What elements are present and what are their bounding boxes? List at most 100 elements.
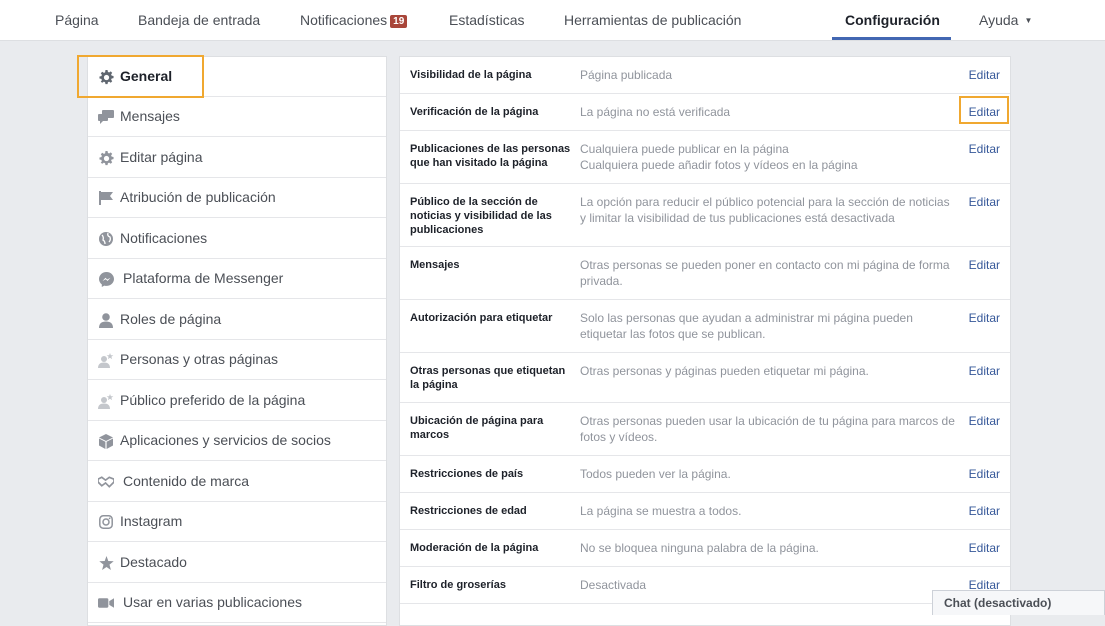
setting-label: Restricciones de edad [410, 505, 527, 517]
sidebar-item-label: Usar en varias publicaciones [123, 594, 302, 610]
chat-bubbles-icon [98, 109, 114, 125]
star-icon [98, 555, 114, 571]
notifications-badge: 19 [390, 15, 408, 28]
sidebar-item-page-roles[interactable]: Roles de página [88, 300, 386, 340]
settings-sidebar: General Mensajes Editar página Atribució… [87, 56, 387, 626]
sidebar-item-featured[interactable]: Destacado [88, 543, 386, 583]
flag-icon [98, 190, 114, 206]
settings-row-page-moderation: Moderación de la página No se bloquea ni… [400, 530, 1010, 567]
sidebar-item-crossposting[interactable]: Usar en varias publicaciones [88, 583, 386, 623]
sidebar-item-notifications[interactable]: Notificaciones [88, 219, 386, 259]
setting-value-line: Otras personas y páginas pueden etiqueta… [580, 364, 869, 378]
sidebar-item-label: Atribución de publicación [120, 189, 276, 205]
chat-sidebar-toggle[interactable]: Chat (desactivado) [932, 590, 1105, 615]
globe-icon [98, 231, 114, 247]
nav-tab-label: Configuración [845, 12, 940, 28]
setting-value: Otras personas y páginas pueden etiqueta… [580, 363, 955, 379]
sidebar-item-label: Destacado [120, 554, 187, 570]
person-star-icon [98, 352, 114, 368]
setting-value-line: Cualquiera puede añadir fotos y vídeos e… [580, 158, 858, 172]
settings-row-country-restrictions: Restricciones de país Todos pueden ver l… [400, 456, 1010, 493]
sidebar-item-label: Roles de página [120, 311, 222, 327]
setting-label: Otras personas que etiquetan la página [410, 365, 566, 391]
setting-label: Publicaciones de las personas que han vi… [410, 143, 571, 169]
sidebar-item-label: Mensajes [120, 108, 180, 124]
setting-label: Mensajes [410, 259, 460, 271]
edit-link[interactable]: Editar [969, 503, 1000, 519]
settings-row-others-tagging: Otras personas que etiquetan la página O… [400, 353, 1010, 403]
sidebar-item-label: Público preferido de la página [120, 392, 306, 408]
sidebar-item-label: Instagram [120, 513, 183, 529]
sidebar-item-partner-apps[interactable]: Aplicaciones y servicios de socios [88, 421, 386, 461]
edit-link[interactable]: Editar [969, 310, 1000, 326]
sidebar-item-label: Editar página [120, 149, 203, 165]
nav-tab-insights[interactable]: Estadísticas [449, 0, 524, 40]
setting-value-line: Otras personas se pueden poner en contac… [580, 258, 950, 288]
caret-down-icon: ▼ [1024, 16, 1033, 25]
nav-tab-label: Estadísticas [449, 12, 525, 28]
setting-label: Autorización para etiquetar [410, 312, 553, 324]
sidebar-item-branded-content[interactable]: Contenido de marca [88, 462, 386, 502]
setting-value-line: No se bloquea ninguna palabra de la pági… [580, 541, 819, 555]
edit-link[interactable]: Editar [969, 141, 1000, 157]
gear-icon [98, 150, 114, 166]
video-camera-icon [98, 595, 114, 611]
setting-value: La página se muestra a todos. [580, 503, 955, 519]
setting-value: Otras personas pueden usar la ubicación … [580, 413, 955, 445]
nav-tab-label: Página [55, 12, 99, 28]
setting-value: Todos pueden ver la página. [580, 466, 955, 482]
setting-value: Otras personas se pueden poner en contac… [580, 257, 955, 289]
settings-row-page-visibility: Visibilidad de la página Página publicad… [400, 57, 1010, 94]
nav-tab-inbox[interactable]: Bandeja de entrada [138, 0, 260, 40]
edit-link[interactable]: Editar [969, 257, 1000, 273]
setting-value: La opción para reducir el público potenc… [580, 194, 955, 226]
settings-row-tagging-ability: Autorización para etiquetar Solo las per… [400, 300, 1010, 353]
nav-help-menu[interactable]: Ayuda ▼ [979, 0, 1032, 40]
nav-tab-label: Ayuda [979, 12, 1019, 28]
edit-link[interactable]: Editar [969, 466, 1000, 482]
setting-value: La página no está verificada [580, 104, 955, 120]
nav-tab-label: Notificaciones [300, 12, 388, 28]
setting-label: Moderación de la página [410, 542, 539, 554]
messenger-icon [98, 271, 114, 287]
edit-link[interactable]: Editar [969, 104, 1000, 120]
sidebar-item-instagram[interactable]: Instagram [88, 502, 386, 542]
cube-icon [98, 433, 114, 449]
setting-value: Desactivada [580, 577, 955, 593]
sidebar-item-label: General [120, 68, 173, 84]
setting-value-line: Desactivada [580, 578, 647, 592]
sidebar-item-messenger-platform[interactable]: Plataforma de Messenger [88, 259, 386, 299]
setting-value-line: Todos pueden ver la página. [580, 467, 731, 481]
sidebar-item-edit-page[interactable]: Editar página [88, 138, 386, 178]
chat-label: Chat (desactivado) [944, 596, 1052, 610]
nav-tab-publishing-tools[interactable]: Herramientas de publicación [564, 0, 741, 40]
setting-value: Solo las personas que ayudan a administr… [580, 310, 955, 342]
setting-value-line: Página publicada [580, 68, 673, 82]
edit-link[interactable]: Editar [969, 540, 1000, 556]
edit-link[interactable]: Editar [969, 67, 1000, 83]
setting-value-line: Otras personas pueden usar la ubicación … [580, 414, 955, 444]
nav-tab-notifications[interactable]: Notificaciones 19 [300, 0, 408, 40]
edit-link[interactable]: Editar [969, 194, 1000, 210]
setting-label: Público de la sección de noticias y visi… [410, 196, 552, 236]
edit-link[interactable]: Editar [969, 363, 1000, 379]
edit-link[interactable]: Editar [969, 413, 1000, 429]
sidebar-item-people-other-pages[interactable]: Personas y otras páginas [88, 340, 386, 380]
setting-value-line: La página se muestra a todos. [580, 504, 742, 518]
sidebar-item-label: Contenido de marca [123, 473, 250, 489]
sidebar-item-preferred-audience[interactable]: Público preferido de la página [88, 381, 386, 421]
setting-value: Cualquiera puede publicar en la página C… [580, 141, 955, 173]
setting-label: Verificación de la página [410, 106, 539, 118]
setting-label: Ubicación de página para marcos [410, 415, 544, 441]
sidebar-item-label: Personas y otras páginas [120, 351, 278, 367]
sidebar-item-label: Plataforma de Messenger [123, 270, 284, 286]
handshake-icon [98, 474, 114, 490]
nav-tab-settings[interactable]: Configuración [845, 0, 940, 40]
person-icon [98, 312, 114, 328]
nav-tab-pagina[interactable]: Página [55, 0, 99, 40]
sidebar-item-general[interactable]: General [88, 57, 386, 97]
sidebar-item-messages[interactable]: Mensajes [88, 97, 386, 137]
setting-label: Restricciones de país [410, 468, 524, 480]
sidebar-item-post-attribution[interactable]: Atribución de publicación [88, 178, 386, 218]
settings-row-messages: Mensajes Otras personas se pueden poner … [400, 247, 1010, 300]
